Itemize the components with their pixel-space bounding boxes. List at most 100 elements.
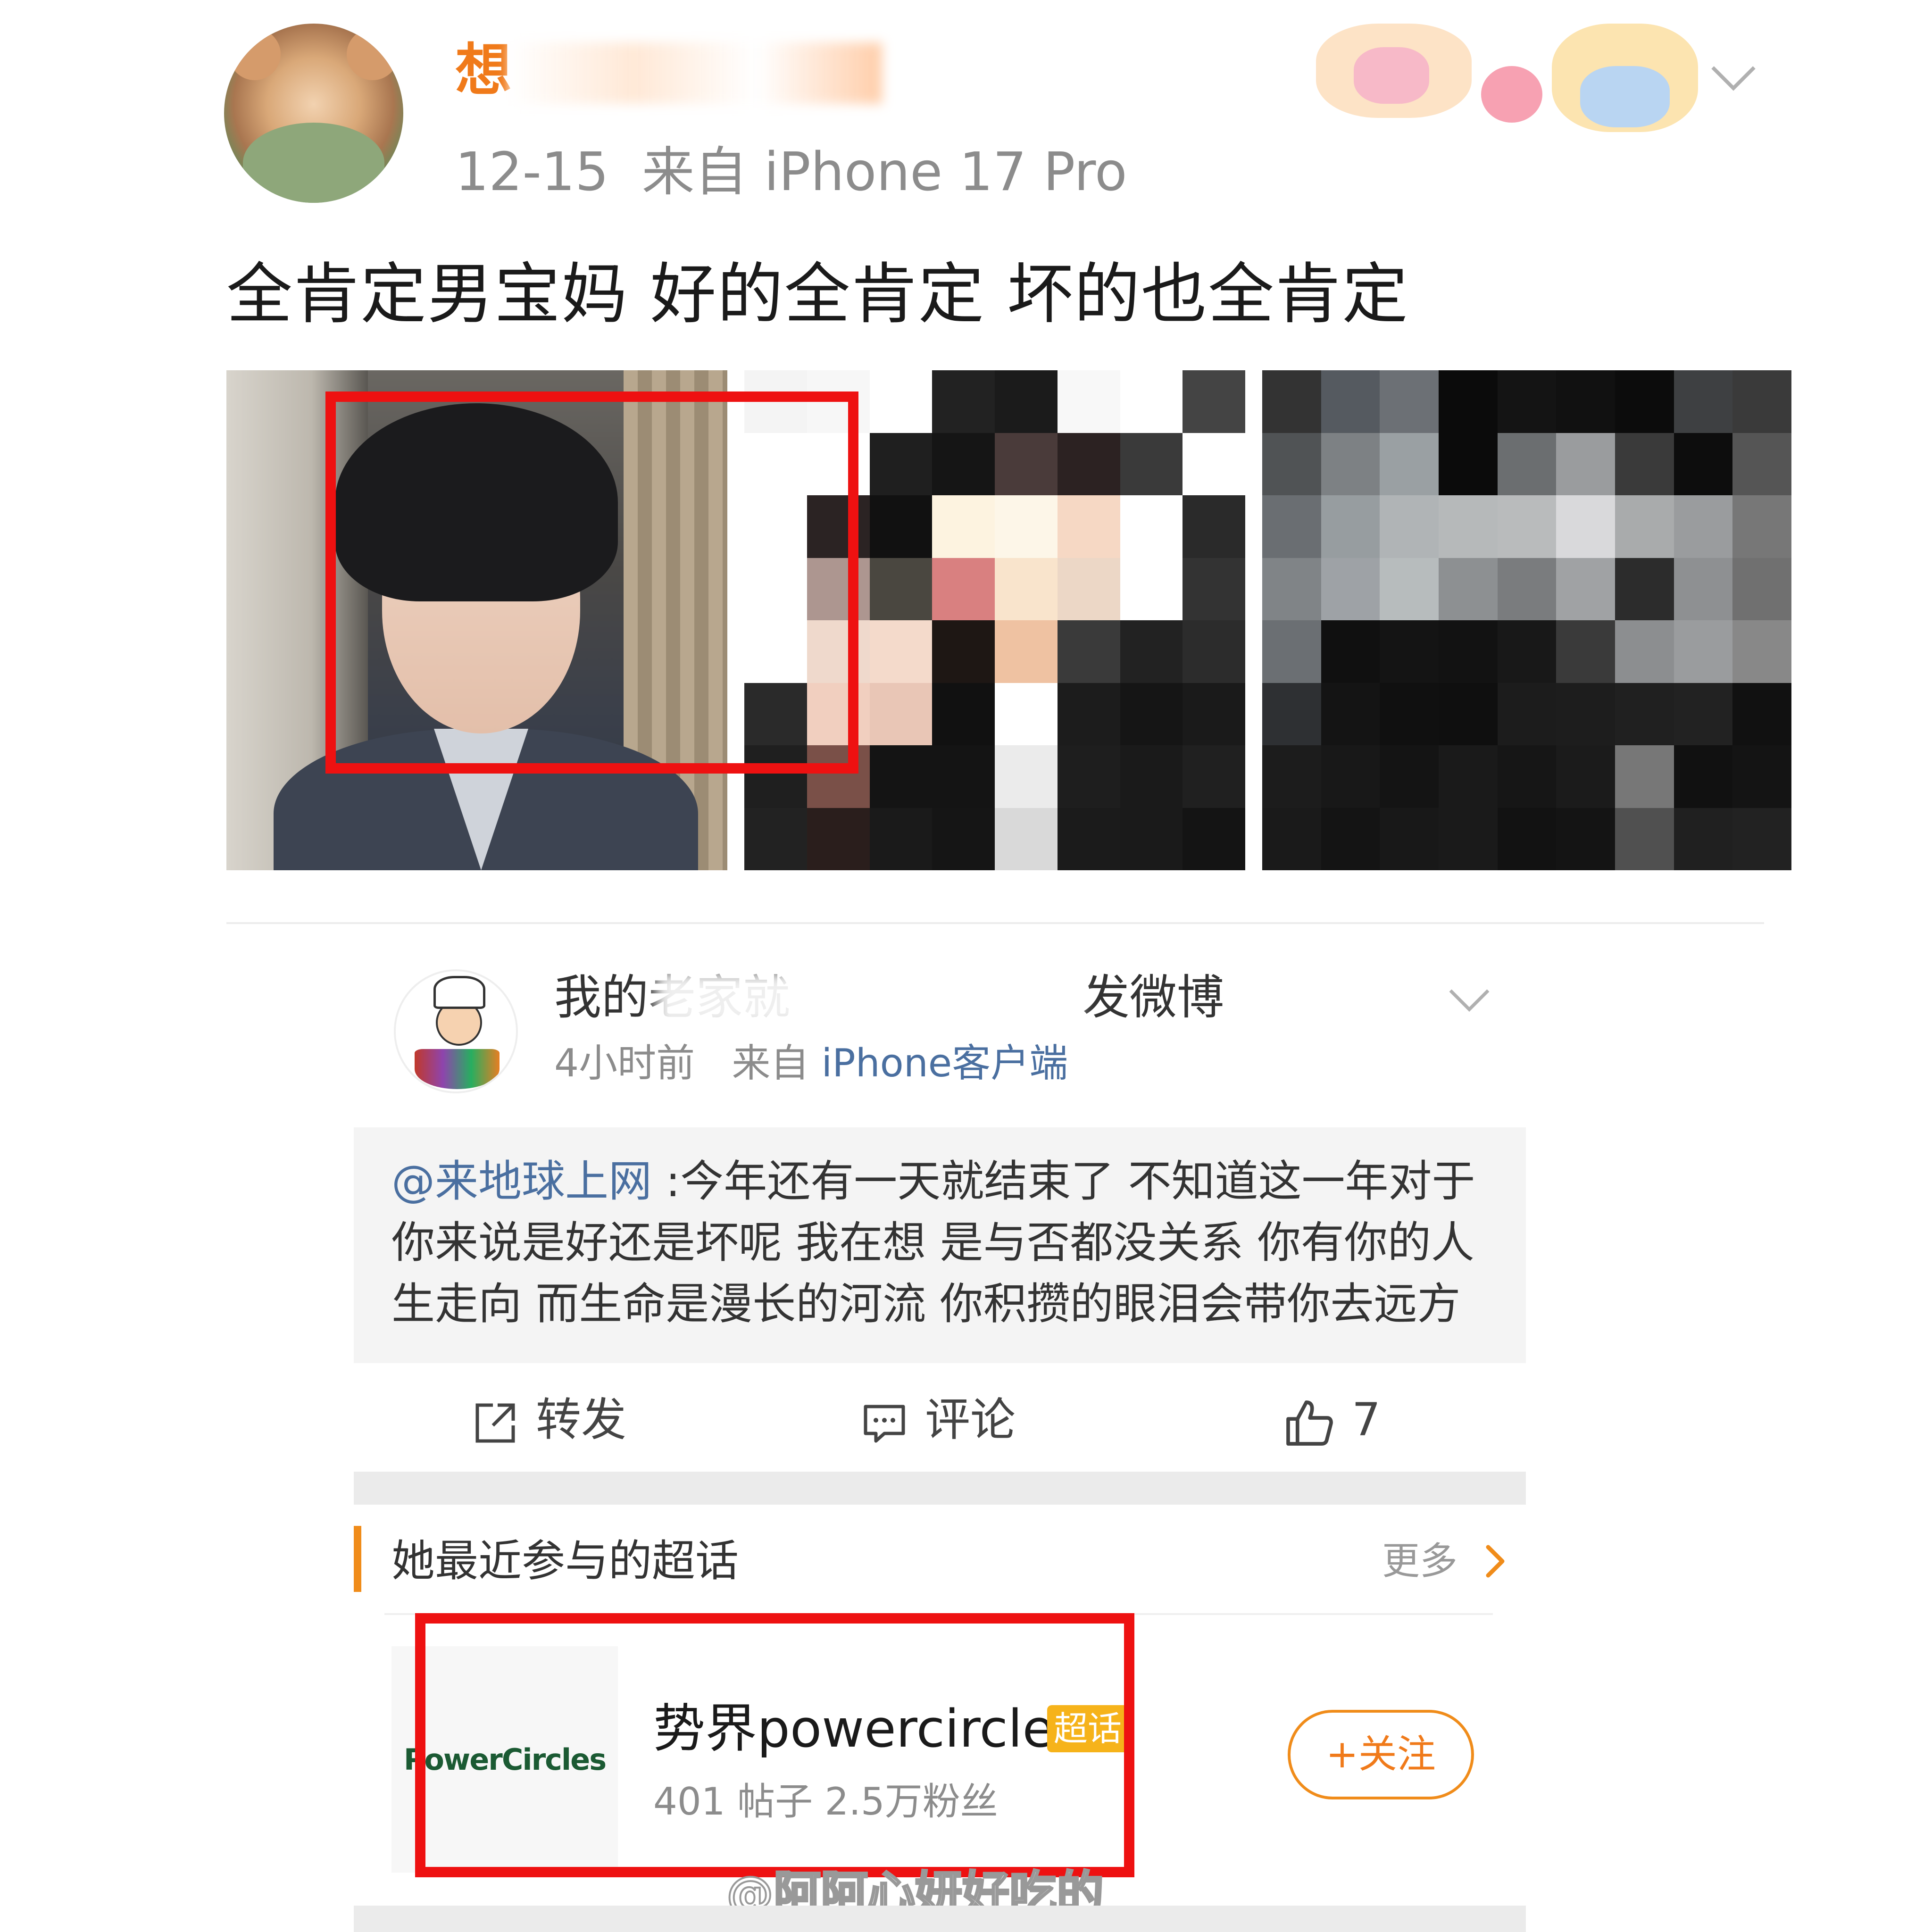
mosaic-pixel: [932, 495, 995, 558]
mosaic-pixel: [1615, 808, 1674, 870]
mosaic-pixel: [1262, 745, 1321, 808]
mosaic-pixel: [1674, 370, 1733, 433]
mosaic-pixel: [1057, 808, 1120, 870]
mosaic-pixel: [1674, 620, 1733, 683]
repost-button[interactable]: 转发: [472, 1391, 626, 1448]
mosaic-pixel: [1438, 495, 1498, 558]
mosaic-pixel: [1674, 495, 1733, 558]
mosaic-pixel: [1615, 745, 1674, 808]
mosaic-pixel: [932, 433, 995, 495]
mosaic-pixel: [1438, 745, 1498, 808]
chevron-down-icon[interactable]: [1707, 52, 1759, 104]
mosaic-pixel: [1262, 620, 1321, 683]
mosaic-pixel: [1380, 558, 1439, 620]
mosaic-pixel: [1262, 433, 1321, 495]
mosaic-pixel: [1556, 370, 1615, 433]
mosaic-pixel: [1057, 433, 1120, 495]
mosaic-pixel: [869, 620, 933, 683]
mosaic-pixel: [1183, 683, 1245, 745]
mosaic-pixel: [1321, 620, 1380, 683]
highlight-box-face: [325, 391, 858, 774]
like-button[interactable]: 7: [1283, 1391, 1381, 1448]
mosaic-pixel: [1615, 558, 1674, 620]
repost-label: 转发: [536, 1393, 626, 1446]
mosaic-pixel: [869, 808, 933, 870]
post-photo-3-mosaic[interactable]: [1262, 370, 1791, 870]
mosaic-pixel: [1732, 495, 1791, 558]
mosaic-pixel: [869, 433, 933, 495]
mosaic-pixel: [1556, 808, 1615, 870]
mosaic-pixel: [807, 808, 870, 870]
mosaic-pixel: [1183, 808, 1245, 870]
mosaic-pixel: [1183, 745, 1245, 808]
mosaic-pixel: [995, 433, 1058, 495]
mosaic-pixel: [1183, 433, 1245, 495]
mosaic-pixel: [869, 683, 933, 745]
mosaic-pixel: [1438, 808, 1498, 870]
mosaic-pixel: [1183, 370, 1245, 433]
mosaic-pixel: [1380, 433, 1439, 495]
repost-source[interactable]: iPhone客户端: [821, 1041, 1068, 1086]
mosaic-pixel: [1120, 620, 1183, 683]
follow-button[interactable]: +关注: [1288, 1710, 1474, 1799]
mosaic-pixel: [1732, 620, 1791, 683]
mosaic-pixel: [1262, 558, 1321, 620]
mosaic-pixel: [1120, 558, 1183, 620]
mosaic-pixel: [1615, 370, 1674, 433]
mosaic-pixel: [1321, 370, 1380, 433]
mosaic-pixel: [1732, 683, 1791, 745]
mosaic-pixel: [1321, 495, 1380, 558]
mosaic-pixel: [1732, 370, 1791, 433]
mosaic-pixel: [1380, 370, 1439, 433]
repost-username-suffix: 发微博: [1083, 970, 1224, 1025]
mosaic-pixel: [1321, 808, 1380, 870]
mosaic-pixel: [995, 808, 1058, 870]
mosaic-pixel: [1321, 745, 1380, 808]
mosaic-pixel: [869, 495, 933, 558]
mosaic-pixel: [1732, 558, 1791, 620]
chevron-right-icon[interactable]: [1481, 1540, 1509, 1582]
mention-link[interactable]: @来地球上网: [391, 1156, 652, 1207]
avatar[interactable]: [224, 24, 403, 203]
mosaic-pixel: [1120, 433, 1183, 495]
mosaic-pixel: [869, 745, 933, 808]
mosaic-pixel: [1120, 370, 1183, 433]
mosaic-pixel: [1556, 433, 1615, 495]
mosaic-pixel: [744, 808, 807, 870]
mosaic-pixel: [1262, 683, 1321, 745]
more-link[interactable]: 更多: [1382, 1533, 1457, 1590]
mosaic-pixel: [1556, 558, 1615, 620]
mosaic-pixel: [1497, 495, 1557, 558]
repost-meta: 4小时前 来自 iPhone客户端: [554, 1038, 1068, 1090]
mosaic-pixel: [1262, 495, 1321, 558]
post-meta: 12-15 来自 iPhone 17 Pro: [455, 142, 1160, 203]
comment-label: 评论: [925, 1393, 1016, 1446]
section-title: 她最近参与的超话: [391, 1536, 739, 1586]
mosaic-pixel: [1497, 683, 1557, 745]
repost-avatar[interactable]: [394, 969, 518, 1093]
mosaic-pixel: [1732, 433, 1791, 495]
mosaic-pixel: [1556, 745, 1615, 808]
like-count: 7: [1352, 1393, 1381, 1446]
mosaic-pixel: [932, 558, 995, 620]
mosaic-pixel: [995, 370, 1058, 433]
mosaic-pixel: [1321, 433, 1380, 495]
mosaic-pixel: [1380, 495, 1439, 558]
mosaic-pixel: [932, 745, 995, 808]
mosaic-pixel: [1057, 370, 1120, 433]
mosaic-pixel: [869, 370, 933, 433]
comment-button[interactable]: 评论: [861, 1391, 1016, 1448]
section-separator: [354, 1906, 1526, 1932]
repost-source-prefix: 来自: [732, 1041, 809, 1086]
comment-icon: [864, 1405, 905, 1443]
mosaic-pixel: [1120, 808, 1183, 870]
mosaic-pixel: [1438, 433, 1498, 495]
mosaic-pixel: [995, 745, 1058, 808]
mosaic-pixel: [1438, 683, 1498, 745]
chevron-down-icon[interactable]: [1446, 976, 1493, 1024]
mosaic-pixel: [932, 620, 995, 683]
repost-time: 4小时前: [554, 1041, 695, 1086]
mosaic-pixel: [1497, 745, 1557, 808]
mosaic-pixel: [1497, 558, 1557, 620]
mosaic-pixel: [1732, 745, 1791, 808]
